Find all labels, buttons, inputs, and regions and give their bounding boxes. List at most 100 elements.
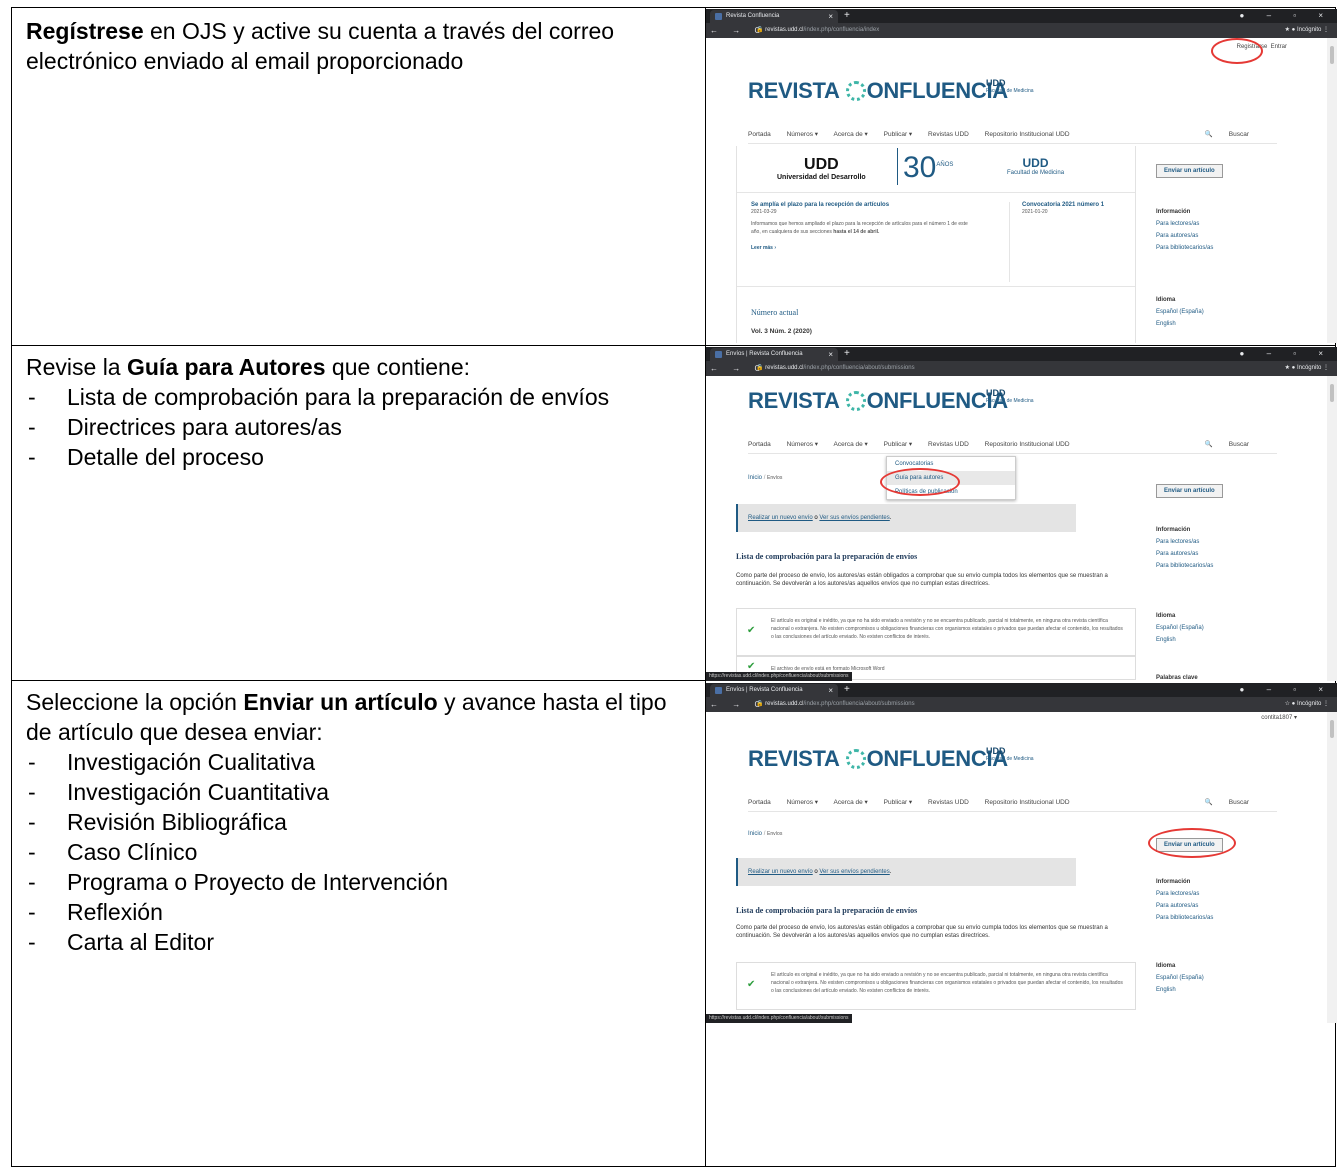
search-link[interactable]: 🔍 Buscar [1205,440,1263,448]
browser-tab[interactable]: Envíos | Revista Confluencia × [710,684,838,697]
menu-portada[interactable]: Portada [748,441,771,448]
scrollbar-thumb[interactable] [1330,384,1334,402]
menu-portada[interactable]: Portada [748,799,771,806]
menu-acerca[interactable]: Acerca de ▾ [833,131,867,138]
new-submission-link[interactable]: Realizar un nuevo envío [748,869,813,875]
logo-mark-icon [845,81,866,101]
scrollbar[interactable] [1327,712,1337,1023]
menu-revistas[interactable]: Revistas UDD [928,131,969,138]
sidebar-link-readers[interactable]: Para lectores/as [1156,888,1213,900]
main-menu: Portada Números ▾ Acerca de ▾ Publicar ▾… [748,798,1277,812]
url-path: /index.php/confluencia/index [803,27,880,33]
sidebar-link-authors[interactable]: Para autores/as [1156,548,1213,560]
sidebar-link-librarians[interactable]: Para bibliotecarios/as [1156,560,1213,572]
list-item: Lista de comprobación para la preparació… [26,382,696,412]
language-spanish[interactable]: Español (España) [1156,622,1204,634]
news1-body-b: año, en cualquiera de sus secciones [751,229,834,235]
breadcrumb-home[interactable]: Inicio [748,831,762,837]
row-divider [12,345,1335,346]
menu-publicar[interactable]: Publicar ▾ [884,131,913,138]
screenshot-submit-button: Envíos | Revista Confluencia × + ● – ▫ × … [706,683,1337,1023]
news2-date: 2021-01-20 [1022,209,1048,215]
language-english[interactable]: English [1156,318,1204,330]
address-bar[interactable]: 🔒 revistas.udd.cl/index.php/confluencia/… [756,697,915,712]
sidebar-link-authors[interactable]: Para autores/as [1156,230,1213,242]
main-menu: Portada Números ▾ Acerca de ▾ Publicar ▾… [748,130,1277,144]
browser-tab[interactable]: Revista Confluencia × [710,10,838,23]
search-label: Buscar [1228,799,1249,806]
menu-repositorio[interactable]: Repositorio Institucional UDD [985,799,1070,806]
submit-article-button[interactable]: Enviar un artículo [1156,484,1223,498]
sidebar-link-librarians[interactable]: Para bibliotecarios/as [1156,912,1213,924]
menu-revistas[interactable]: Revistas UDD [928,799,969,806]
tab-title: Revista Confluencia [726,13,780,19]
udd-mark: UDD [986,78,1006,88]
url-path: /index.php/confluencia/about/submissions [803,701,915,707]
menu-repositorio[interactable]: Repositorio Institucional UDD [985,131,1070,138]
read-more-link[interactable]: Leer más › [751,244,1011,252]
url-host: revistas.udd.cl [765,27,804,33]
new-tab-icon[interactable]: + [844,683,850,696]
new-tab-icon[interactable]: + [844,9,850,22]
close-tab-icon[interactable]: × [828,10,833,23]
language-spanish[interactable]: Español (España) [1156,972,1204,984]
menu-numeros[interactable]: Números ▾ [787,799,818,806]
faculty-label: Facultad de Medicina [986,398,1034,404]
new-submission-link[interactable]: Realizar un nuevo envío [748,515,813,521]
menu-publicar[interactable]: Publicar ▾ [884,799,913,806]
close-tab-icon[interactable]: × [828,684,833,697]
window-controls-icon[interactable]: ● – ▫ × [1240,347,1333,360]
pending-submissions-link[interactable]: Ver sus envíos pendientes [819,515,889,521]
login-link[interactable]: Entrar [1271,44,1287,50]
pending-submissions-link[interactable]: Ver sus envíos pendientes [819,869,889,875]
menu-acerca[interactable]: Acerca de ▾ [833,799,867,806]
checklist-item: ✔ El artículo es original e inédito, ya q… [736,608,1136,656]
menu-acerca[interactable]: Acerca de ▾ [833,441,867,448]
udd-mark: UDD [986,746,1006,756]
language-english[interactable]: English [1156,984,1204,996]
breadcrumb-separator: / [763,475,766,481]
checkmark-icon: ✔ [747,979,756,990]
address-bar[interactable]: 🔒 revistas.udd.cl/index.php/confluencia/… [756,23,879,38]
favicon-icon [715,687,722,694]
logo-mark-icon [845,749,866,769]
submit-article-button[interactable]: Enviar un artículo [1156,164,1223,178]
incognito-label: Incógnito [1296,365,1322,371]
address-bar[interactable]: 🔒 revistas.udd.cl/index.php/confluencia/… [756,361,915,376]
scrollbar-thumb[interactable] [1330,720,1334,738]
menu-publicar[interactable]: Publicar ▾ [884,441,913,448]
menu-repositorio[interactable]: Repositorio Institucional UDD [985,441,1070,448]
list-item: Investigación Cuantitativa [26,777,696,807]
checklist-item: ✔ El artículo es original e inédito, ya q… [736,962,1136,1010]
browser-tab[interactable]: Envíos | Revista Confluencia × [710,348,838,361]
menu-numeros[interactable]: Números ▾ [787,441,818,448]
current-issue-volume[interactable]: Vol. 3 Núm. 2 (2020) [751,328,812,335]
current-issue-heading: Número actual [751,308,799,317]
scrollbar-thumb[interactable] [1330,46,1334,64]
favicon-icon [715,351,722,358]
close-tab-icon[interactable]: × [828,348,833,361]
sidebar-link-readers[interactable]: Para lectores/as [1156,218,1213,230]
window-controls-icon[interactable]: ● – ▫ × [1240,683,1333,696]
scrollbar[interactable] [1327,38,1337,343]
menu-revistas[interactable]: Revistas UDD [928,441,969,448]
window-controls-icon[interactable]: ● – ▫ × [1240,9,1333,22]
news1-body: Informamos que hemos ampliado el plazo p… [751,221,968,227]
breadcrumb-home[interactable]: Inicio [748,475,762,481]
sidebar-link-authors[interactable]: Para autores/as [1156,900,1213,912]
user-menu[interactable]: contita1807 ▾ [1261,714,1297,721]
highlight-circle [880,468,960,496]
search-link[interactable]: 🔍 Buscar [1205,798,1263,806]
search-link[interactable]: 🔍 Buscar [1205,130,1263,138]
search-label: Buscar [1228,441,1249,448]
new-tab-icon[interactable]: + [844,347,850,360]
search-icon: 🔍 [1204,131,1213,138]
language-english[interactable]: English [1156,634,1204,646]
menu-numeros[interactable]: Números ▾ [787,131,818,138]
menu-portada[interactable]: Portada [748,131,771,138]
sidebar-link-librarians[interactable]: Para bibliotecarios/as [1156,242,1213,254]
scrollbar[interactable] [1327,376,1337,681]
browser-toolbar: ← → C 🔒 revistas.udd.cl/index.php/conflu… [706,23,1337,38]
sidebar-link-readers[interactable]: Para lectores/as [1156,536,1213,548]
language-spanish[interactable]: Español (España) [1156,306,1204,318]
